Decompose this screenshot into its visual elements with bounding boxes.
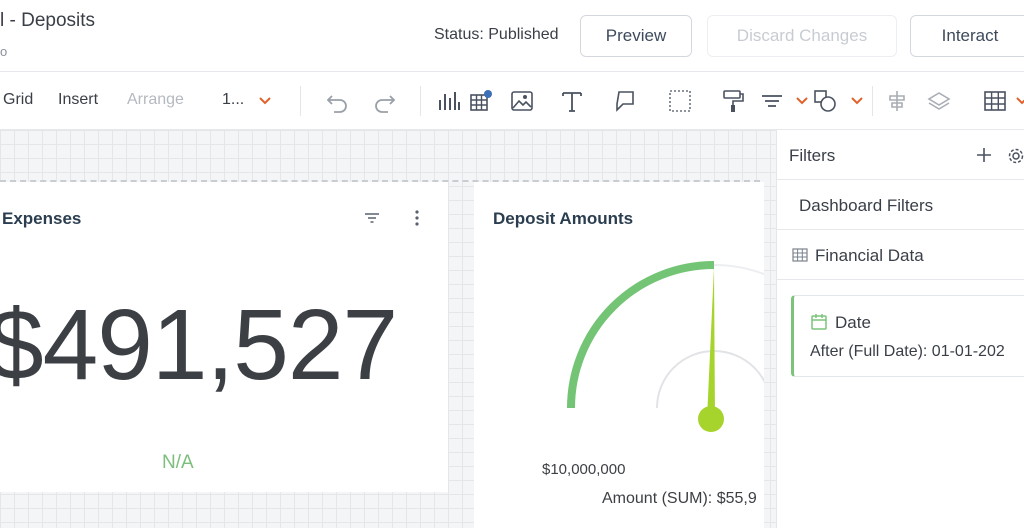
align-center-icon[interactable] — [884, 88, 910, 114]
shapes-icon[interactable] — [812, 88, 838, 114]
toolbar-divider — [300, 86, 301, 116]
gauge-needle — [707, 267, 715, 419]
dashboard-canvas[interactable]: Expenses $491,527 N/A Deposit Amounts $1… — [0, 130, 776, 528]
menu-insert[interactable]: Insert — [58, 91, 98, 109]
layers-icon[interactable] — [926, 88, 952, 114]
dashboard-subtitle: o — [0, 44, 8, 59]
filters-title: Filters — [789, 146, 836, 165]
status-label: Status: Published — [434, 26, 559, 43]
date-filter-value: After (Full Date): 01-01-202 — [810, 343, 1005, 360]
text-icon[interactable] — [559, 88, 585, 114]
selection-icon[interactable] — [667, 88, 693, 114]
discard-changes-button[interactable]: Discard Changes — [707, 15, 897, 57]
add-filter-icon[interactable] — [976, 147, 992, 163]
grid-table-icon[interactable] — [982, 88, 1008, 114]
dashboard-title: l - Deposits — [0, 10, 96, 31]
data-source-label: Financial Data — [815, 246, 924, 265]
format-painter-icon[interactable] — [720, 88, 746, 114]
more-options-icon[interactable] — [407, 208, 427, 228]
toolbar-divider — [420, 86, 421, 116]
gauge-value-label: Amount (SUM): $55,9 — [602, 490, 757, 507]
data-source-row[interactable]: Financial Data — [777, 230, 1024, 280]
chevron-down-icon[interactable] — [1015, 94, 1024, 108]
undo-icon[interactable] — [324, 88, 350, 114]
kpi-value: $491,527 — [0, 289, 398, 401]
image-icon[interactable] — [509, 88, 535, 114]
deposit-amounts-widget[interactable]: Deposit Amounts $10,000,000 Amount (SUM)… — [474, 182, 764, 528]
table-icon — [792, 248, 808, 262]
gauge-outer-track — [570, 264, 764, 409]
filters-header: Filters — [777, 130, 1024, 180]
align-icon[interactable] — [759, 88, 785, 114]
interact-button[interactable]: Interact — [910, 15, 1024, 57]
preview-button[interactable]: Preview — [580, 15, 692, 57]
kpi-comparison: N/A — [162, 452, 194, 473]
expenses-widget[interactable]: Expenses $491,527 N/A — [0, 182, 448, 492]
calendar-icon — [811, 314, 827, 330]
filter-icon[interactable] — [362, 208, 382, 228]
menu-arrange[interactable]: Arrange — [127, 91, 184, 109]
chevron-down-icon[interactable] — [795, 94, 809, 108]
toolbar-divider — [872, 86, 873, 116]
menu-grid[interactable]: Grid — [3, 91, 33, 109]
date-filter-title: Date — [835, 313, 871, 332]
gauge-hub — [698, 406, 724, 432]
table-icon[interactable] — [468, 88, 494, 114]
date-filter-card[interactable]: Date After (Full Date): 01-01-202 — [791, 295, 1024, 377]
gauge-chart — [567, 261, 764, 432]
filters-panel: Filters Dashboard Filters Financial Data… — [776, 130, 1024, 528]
chevron-down-icon[interactable] — [850, 94, 864, 108]
chart-icon[interactable] — [436, 88, 462, 114]
gear-icon[interactable] — [1007, 147, 1024, 165]
gauge-min-label: $10,000,000 — [542, 461, 626, 478]
top-header: l - Deposits o Status: Published Preview… — [0, 0, 1024, 72]
chevron-down-icon[interactable] — [258, 94, 272, 108]
zoom-select[interactable]: 1... — [222, 91, 244, 109]
comment-icon[interactable] — [613, 88, 639, 114]
editor-toolbar: Grid Insert Arrange 1... — [0, 72, 1024, 130]
widget-title: Expenses — [2, 209, 82, 228]
redo-icon[interactable] — [372, 88, 398, 114]
dashboard-filters-row[interactable]: Dashboard Filters — [777, 180, 1024, 230]
gauge-fill-arc — [567, 261, 715, 409]
dashboard-filters-label: Dashboard Filters — [799, 196, 934, 215]
